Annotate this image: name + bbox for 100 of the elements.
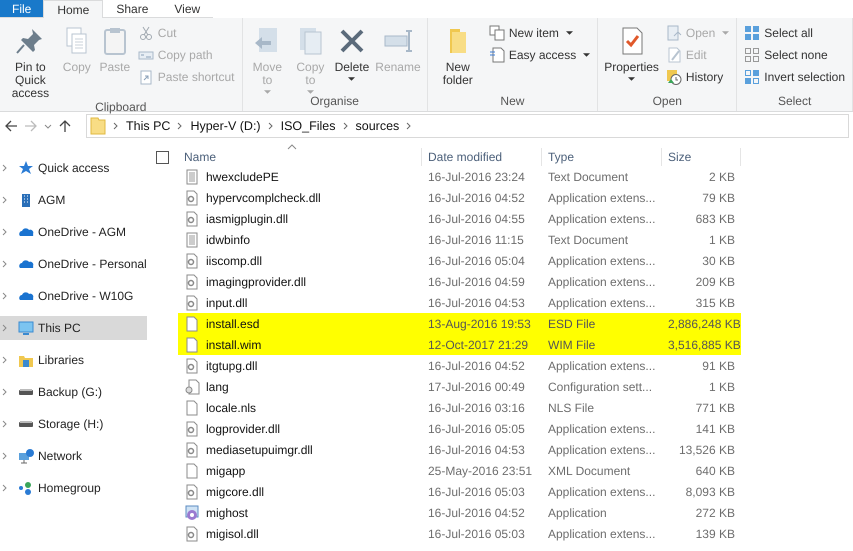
date-modified: 17-Jul-2016 00:49	[427, 380, 526, 394]
nav-item[interactable]: OneDrive - AGM	[0, 220, 147, 244]
ribbon-button[interactable]: Select none	[741, 44, 848, 65]
nav-item[interactable]: Homegroup	[0, 476, 147, 500]
paste-shortcut-icon	[138, 68, 154, 84]
file-row[interactable]: idwbinfo 16-Jul-2016 11:15 Text Document 1 KB	[178, 229, 741, 250]
file-type: Configuration sett...	[547, 380, 654, 394]
date-modified: 16-Jul-2016 04:53	[427, 442, 526, 456]
file-name: hypervcomplcheck.dll	[206, 190, 321, 204]
file-row[interactable]: input.dll 16-Jul-2016 04:53 Application extens... 315 KB	[178, 292, 741, 313]
breadcrumb[interactable]: sources	[356, 119, 400, 133]
nav-item[interactable]: AGM	[0, 188, 147, 212]
file-row[interactable]: install.wim 12-Oct-2017 21:29 WIM File 3,516,885 KB	[178, 334, 741, 355]
ribbon-button[interactable]: New folder	[432, 21, 484, 94]
up-arrow-icon[interactable]	[58, 119, 72, 133]
file-row[interactable]: mighost 16-Jul-2016 04:52 Application 272 KB	[178, 502, 741, 523]
chevron-icon[interactable]	[2, 420, 8, 428]
chevron-down-icon[interactable]	[44, 122, 52, 130]
drive-icon	[19, 389, 33, 395]
gear-file-icon	[184, 442, 200, 458]
file-row[interactable]: migcore.dll 16-Jul-2016 05:03 Application extens... 8,093 KB	[178, 481, 741, 502]
breadcrumb[interactable]: Hyper-V (D:)	[190, 119, 261, 133]
column-header[interactable]: Size	[662, 148, 741, 166]
ribbon-button[interactable]: Easy access	[486, 44, 594, 65]
nav-item[interactable]: Backup (G:)	[0, 380, 147, 404]
chevron-icon[interactable]	[2, 292, 8, 300]
select-all-checkbox[interactable]	[156, 150, 169, 164]
file-type: Application extens...	[547, 274, 656, 288]
chevron-icon[interactable]	[2, 260, 8, 268]
chevron-icon[interactable]	[2, 356, 8, 364]
chevron-icon[interactable]	[2, 196, 8, 204]
file-row[interactable]: migisol.dll 16-Jul-2016 05:03 Application extens... 139 KB	[178, 523, 741, 544]
breadcrumb[interactable]: This PC	[126, 119, 170, 133]
file-row[interactable]: migapp 25-May-2016 23:51 XML Document 640 KB	[178, 460, 741, 481]
back-icon[interactable]	[4, 119, 18, 133]
file-type: Application extens...	[547, 526, 656, 540]
chevron-icon[interactable]	[2, 228, 8, 236]
ribbon-button[interactable]: Pin to Quick access	[4, 21, 57, 100]
nav-item[interactable]: This PC	[0, 316, 147, 340]
file-row[interactable]: lang 17-Jul-2016 00:49 Configuration sett... 1 KB	[178, 376, 741, 397]
breadcrumb[interactable]: ISO_Files	[280, 119, 336, 133]
nav-label: OneDrive - AGM	[38, 225, 126, 239]
file-name: migcore.dll	[206, 484, 264, 498]
address-bar[interactable]: This PC Hyper-V (D:) ISO_Files sources	[86, 114, 849, 138]
date-modified: 25-May-2016 23:51	[427, 464, 534, 478]
ribbon-button[interactable]: Invert selection	[741, 66, 848, 87]
file-row[interactable]: hypervcomplcheck.dll 16-Jul-2016 04:52 Application extens... 79 KB	[178, 187, 741, 208]
nav-label: Quick access	[38, 161, 110, 175]
nav-label: OneDrive - Personal	[38, 257, 147, 271]
chevron-icon[interactable]	[406, 122, 412, 130]
nav-label: This PC	[38, 321, 81, 335]
file-name: hwexcludePE	[206, 170, 279, 184]
file-row[interactable]: hwexcludePE 16-Jul-2016 23:24 Text Document 2 KB	[178, 166, 741, 187]
folder-icon	[90, 117, 106, 135]
file-row[interactable]: logprovider.dll 16-Jul-2016 05:05 Application extens... 141 KB	[178, 418, 741, 439]
column-header[interactable]: Date modified	[422, 148, 542, 166]
open-icon	[666, 24, 682, 40]
nav-item[interactable]: Network	[0, 444, 147, 468]
chevron-icon[interactable]	[2, 484, 8, 492]
file-size: 13,526 KB	[678, 442, 736, 456]
date-modified: 16-Jul-2016 03:16	[427, 400, 526, 414]
chevron-icon[interactable]	[113, 122, 119, 130]
file-type: Application extens...	[547, 296, 656, 310]
chevron-icon[interactable]	[2, 452, 8, 460]
file-row[interactable]: iasmigplugin.dll 16-Jul-2016 04:55 Application extens... 683 KB	[178, 208, 741, 229]
chevron-icon[interactable]	[2, 324, 8, 332]
file-row[interactable]: locale.nls 16-Jul-2016 03:16 NLS File 771 KB	[178, 397, 741, 418]
date-modified: 13-Aug-2016 19:53	[427, 316, 532, 330]
file-type: Application extens...	[547, 484, 656, 498]
column-header[interactable]: Name	[178, 148, 422, 166]
ribbon-tab[interactable]: File	[0, 0, 44, 18]
nav-item[interactable]: OneDrive - Personal	[0, 252, 147, 276]
column-header[interactable]: Type	[542, 148, 662, 166]
date-modified: 12-Oct-2017 21:29	[427, 338, 530, 352]
nav-item[interactable]: Libraries	[0, 348, 147, 372]
file-row[interactable]: install.esd 13-Aug-2016 19:53 ESD File 2,886,248 KB	[178, 313, 741, 334]
ribbon-button[interactable]: Delete	[332, 21, 372, 94]
ribbon-tab[interactable]: Home	[43, 0, 104, 18]
file-size: 139 KB	[694, 526, 736, 540]
chevron-icon[interactable]	[177, 122, 184, 130]
nav-item[interactable]: Quick access	[0, 156, 147, 180]
ribbon-button[interactable]: Properties	[602, 21, 661, 94]
file-row[interactable]: imagingprovider.dll 16-Jul-2016 04:59 Application extens... 209 KB	[178, 271, 741, 292]
gear-file-icon	[184, 274, 200, 290]
chevron-icon[interactable]	[342, 122, 348, 130]
group-label: Clipboard	[94, 100, 148, 114]
forward-icon[interactable]	[24, 119, 38, 133]
nav-item[interactable]: Storage (H:)	[0, 412, 147, 436]
file-row[interactable]: itgtupg.dll 16-Jul-2016 04:52 Application extens... 91 KB	[178, 355, 741, 376]
ribbon-button[interactable]: History	[662, 66, 732, 87]
edit-icon	[666, 46, 682, 62]
file-row[interactable]: iiscomp.dll 16-Jul-2016 05:04 Application extens... 30 KB	[178, 250, 741, 271]
file-name: itgtupg.dll	[206, 358, 258, 372]
ribbon-button[interactable]: New item	[486, 22, 594, 43]
chevron-icon[interactable]	[2, 388, 8, 396]
chevron-icon[interactable]	[2, 164, 8, 172]
nav-item[interactable]: OneDrive - W10G	[0, 284, 147, 308]
chevron-icon[interactable]	[268, 122, 274, 130]
ribbon-button[interactable]: Select all	[741, 22, 848, 43]
file-row[interactable]: mediasetupuimgr.dll 16-Jul-2016 04:53 Application extens... 13,526 KB	[178, 439, 741, 460]
